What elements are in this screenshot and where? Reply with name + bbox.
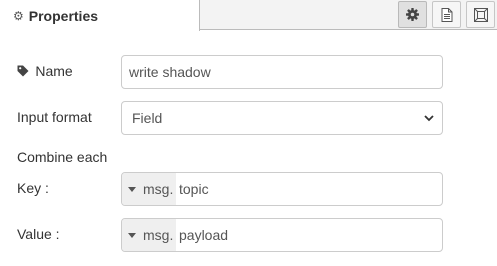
- frame-icon: [473, 7, 488, 22]
- gear-icon: ⚙: [13, 8, 24, 23]
- key-type-button[interactable]: msg.: [122, 173, 176, 205]
- key-typed-input[interactable]: msg. topic: [121, 172, 443, 206]
- name-input-value: write shadow: [129, 64, 211, 80]
- key-label: Key :: [17, 180, 49, 196]
- document-icon: [441, 7, 452, 22]
- node-description-button[interactable]: [432, 1, 461, 28]
- value-typed-input[interactable]: msg. payload: [121, 218, 443, 252]
- input-format-select[interactable]: Field: [121, 101, 443, 135]
- value-value-input[interactable]: payload: [176, 219, 442, 251]
- input-format-selected: Field: [132, 110, 163, 126]
- tab-properties[interactable]: ⚙ Properties: [0, 0, 200, 31]
- key-value-text: topic: [179, 181, 209, 197]
- key-value-input[interactable]: topic: [176, 173, 442, 205]
- input-format-label: Input format: [17, 109, 92, 125]
- node-appearance-button[interactable]: [466, 1, 495, 28]
- gear-icon: [406, 8, 419, 21]
- name-input[interactable]: write shadow: [121, 55, 443, 89]
- value-label: Value :: [17, 226, 60, 242]
- value-type-button[interactable]: msg.: [122, 219, 176, 251]
- caret-down-icon: [128, 232, 136, 238]
- tag-icon: [17, 65, 32, 79]
- caret-down-icon: [128, 186, 136, 192]
- value-type-prefix: msg.: [143, 227, 174, 243]
- combine-each-label: Combine each: [17, 149, 108, 165]
- node-settings-button[interactable]: [398, 1, 427, 28]
- name-label-text: Name: [35, 63, 73, 79]
- name-label: Name: [17, 63, 73, 79]
- tab-properties-label: Properties: [28, 7, 99, 24]
- chevron-down-icon: [424, 114, 434, 121]
- tab-bar: ⚙ Properties: [0, 0, 497, 31]
- value-value-text: payload: [179, 227, 229, 243]
- key-type-prefix: msg.: [143, 181, 174, 197]
